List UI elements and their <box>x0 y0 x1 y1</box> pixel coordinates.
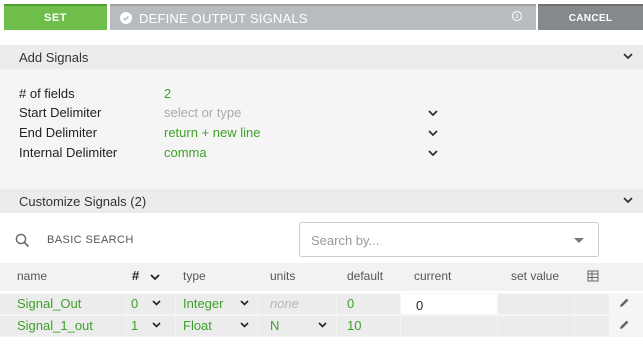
cancel-button[interactable]: CANCEL <box>538 4 643 30</box>
info-icon[interactable]: i <box>512 11 522 21</box>
internal-delimiter-select[interactable]: comma <box>164 145 207 160</box>
customize-signals-header[interactable]: Customize Signals (2) <box>0 189 643 213</box>
check-circle-icon <box>120 12 132 24</box>
chevron-down-icon[interactable] <box>428 110 438 117</box>
field-label: Start Delimiter <box>19 105 102 120</box>
chevron-down-icon[interactable] <box>240 300 249 306</box>
signal-units[interactable]: N <box>270 318 279 333</box>
column-header-current[interactable]: current <box>414 269 451 283</box>
search-icon[interactable] <box>15 233 30 248</box>
caret-down-icon <box>574 238 584 243</box>
top-bar: SET DEFINE OUTPUT SIGNALS i CANCEL <box>0 0 643 32</box>
search-by-dropdown[interactable]: Search by... <box>299 222 599 257</box>
pencil-icon[interactable] <box>618 297 630 309</box>
search-by-placeholder: Search by... <box>311 233 380 248</box>
basic-search-link[interactable]: BASIC SEARCH <box>47 234 134 246</box>
chevron-down-icon[interactable] <box>318 322 327 328</box>
page-title: DEFINE OUTPUT SIGNALS <box>139 10 308 26</box>
column-header-index[interactable]: # <box>132 268 139 283</box>
field-label: # of fields <box>19 86 75 101</box>
end-delimiter-select[interactable]: return + new line <box>164 125 260 140</box>
column-header-default[interactable]: default <box>347 269 383 283</box>
signal-default[interactable]: 10 <box>347 318 361 333</box>
title-bar: DEFINE OUTPUT SIGNALS i <box>110 4 536 30</box>
column-settings-icon[interactable] <box>587 270 599 282</box>
field-label: Internal Delimiter <box>19 145 118 160</box>
field-label: End Delimiter <box>19 125 98 140</box>
column-header-units[interactable]: units <box>270 269 295 283</box>
column-header-set-value[interactable]: set value <box>511 269 559 283</box>
chevron-down-icon[interactable] <box>623 52 633 60</box>
field-row-start-delimiter: Start Delimiter select or type <box>19 105 449 123</box>
set-button[interactable]: SET <box>4 4 107 30</box>
column-header-name[interactable]: name <box>17 269 47 283</box>
chevron-down-icon[interactable] <box>152 300 161 306</box>
signal-index[interactable]: 1 <box>131 318 138 333</box>
section-title: Add Signals <box>19 49 89 65</box>
section-title: Customize Signals (2) <box>19 193 147 209</box>
add-signals-header[interactable]: Add Signals <box>0 45 643 69</box>
column-header-type[interactable]: type <box>183 269 206 283</box>
table-row[interactable]: Signal_Out 0 Integer none 0 0 <box>0 293 643 315</box>
num-fields-value[interactable]: 2 <box>164 86 171 101</box>
chevron-down-icon[interactable] <box>623 196 633 204</box>
chevron-down-icon[interactable] <box>428 150 438 157</box>
start-delimiter-input[interactable]: select or type <box>164 105 241 120</box>
signal-name[interactable]: Signal_1_out <box>17 318 93 333</box>
field-row-num-fields: # of fields 2 <box>19 86 449 104</box>
chevron-down-icon[interactable] <box>150 274 160 281</box>
field-row-internal-delimiter: Internal Delimiter comma <box>19 145 449 163</box>
signal-type[interactable]: Float <box>183 318 212 333</box>
chevron-down-icon[interactable] <box>152 322 161 328</box>
signal-current: 0 <box>416 298 424 313</box>
signal-name[interactable]: Signal_Out <box>17 296 81 311</box>
signal-index[interactable]: 0 <box>131 296 138 311</box>
chevron-down-icon[interactable] <box>428 130 438 137</box>
search-area: BASIC SEARCH Search by... <box>0 214 643 262</box>
chevron-down-icon[interactable] <box>240 322 249 328</box>
table-header: name # type units default current set va… <box>0 263 643 291</box>
field-row-end-delimiter: End Delimiter return + new line <box>19 125 449 143</box>
signal-type[interactable]: Integer <box>183 296 223 311</box>
signal-units[interactable]: none <box>270 296 299 311</box>
table-row[interactable]: Signal_1_out 1 Float N 10 <box>0 315 643 337</box>
pencil-icon[interactable] <box>618 319 630 331</box>
signal-default[interactable]: 0 <box>347 296 354 311</box>
